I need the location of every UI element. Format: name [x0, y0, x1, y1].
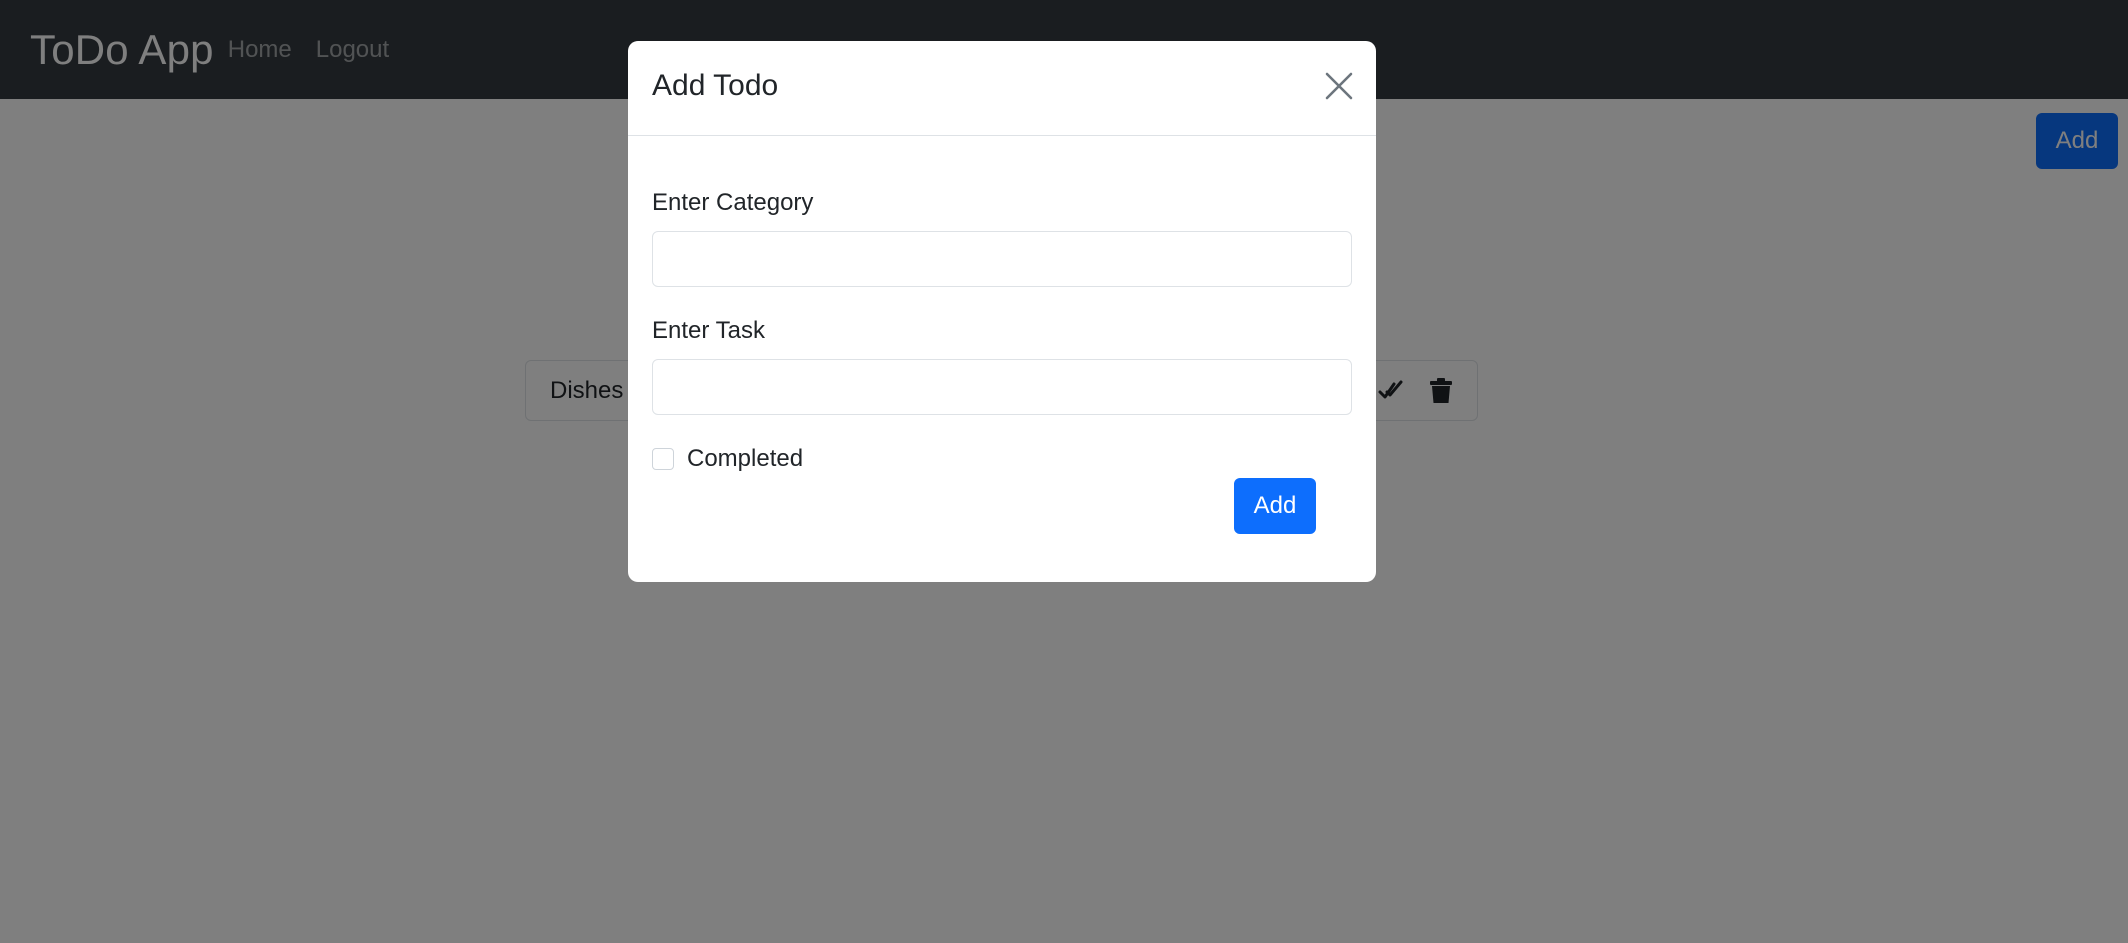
task-label: Enter Task: [652, 317, 765, 344]
modal-title: Add Todo: [652, 69, 779, 102]
completed-row: Completed: [652, 445, 803, 473]
modal-header: Add Todo: [628, 41, 1376, 136]
add-todo-modal: Add Todo Enter Category Enter Task Compl…: [628, 41, 1376, 582]
completed-label: Completed: [687, 445, 804, 472]
task-input[interactable]: [652, 359, 1352, 415]
category-input[interactable]: [652, 231, 1352, 287]
close-icon[interactable]: [1324, 71, 1354, 101]
submit-add-button[interactable]: Add: [1234, 478, 1316, 534]
category-label: Enter Category: [652, 189, 814, 216]
completed-checkbox[interactable]: [652, 448, 674, 470]
page: ToDo App Home Logout Add Dishes: [0, 0, 2128, 943]
